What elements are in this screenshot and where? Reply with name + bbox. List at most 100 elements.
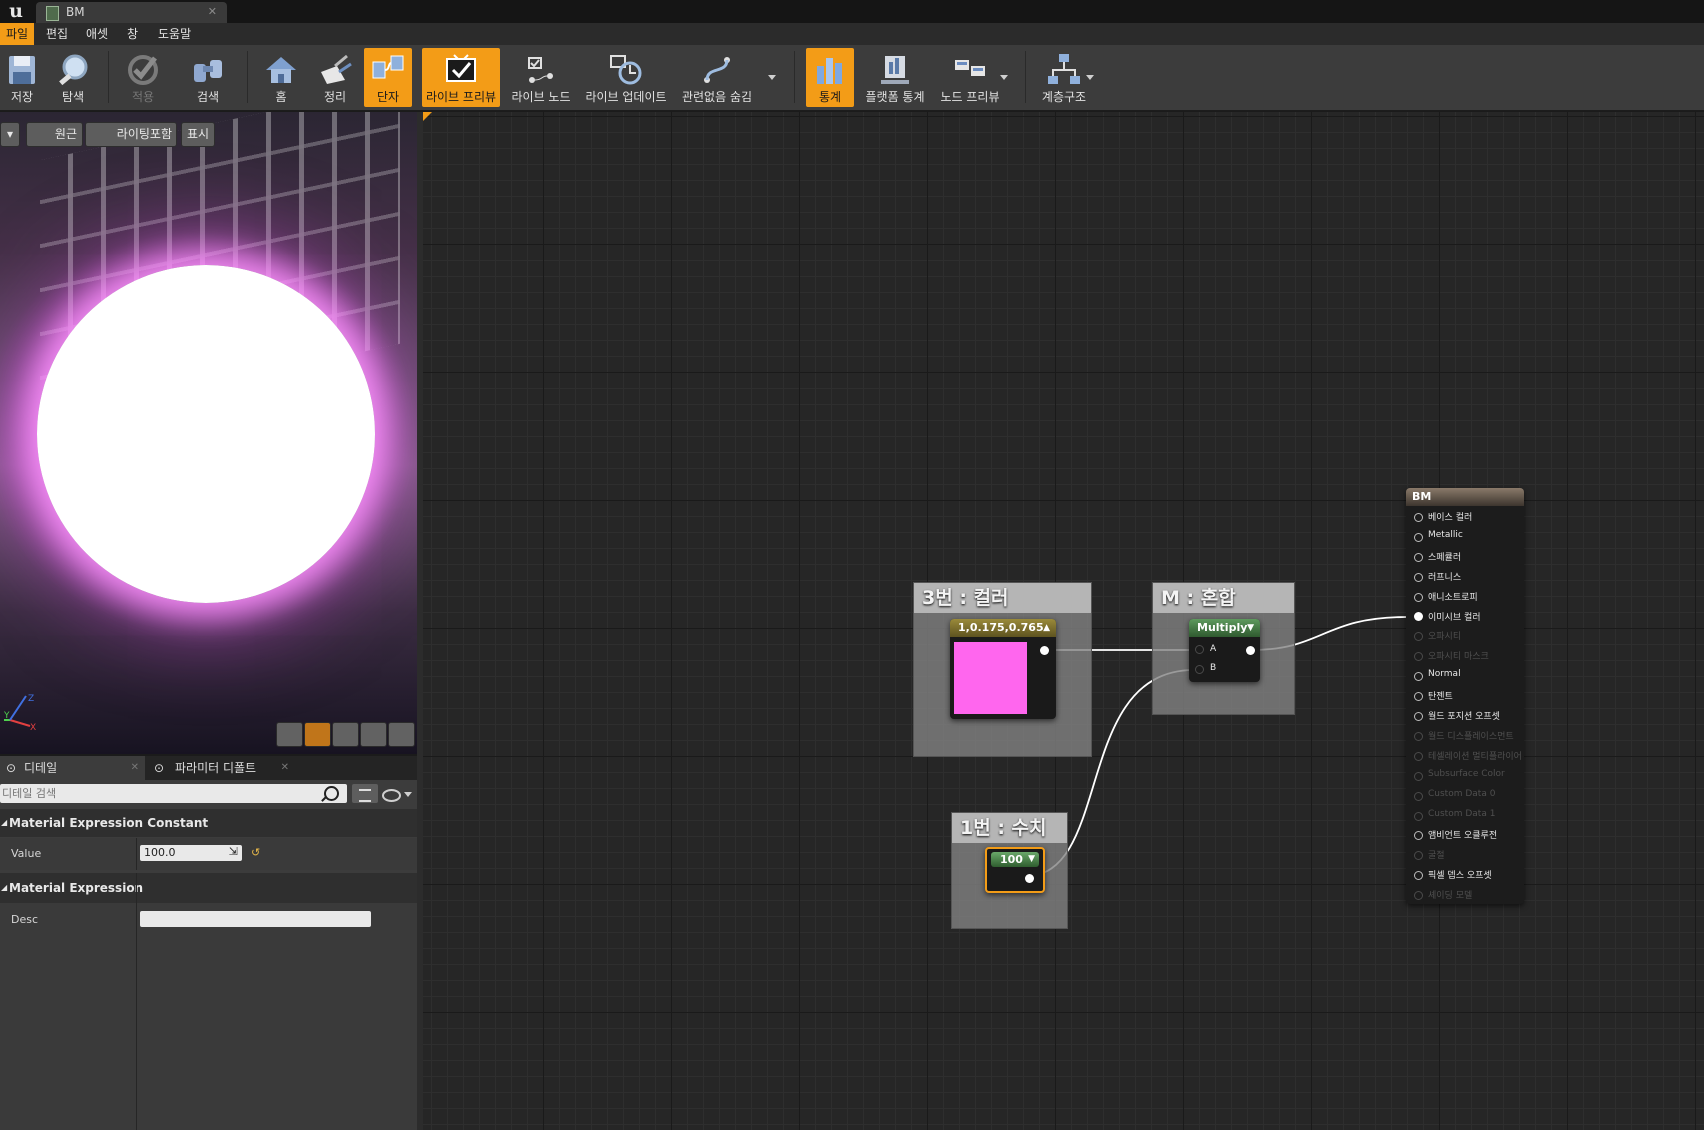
search-button[interactable]: 검색 [185,48,231,107]
show-button[interactable]: 표시 [181,122,215,147]
node-title: Multiply [1197,621,1248,634]
output-pin[interactable] [1246,646,1255,655]
browse-button[interactable]: 탐색 [50,48,96,107]
preview-cylinder-button[interactable] [276,722,303,747]
desc-input[interactable] [140,911,371,927]
connectors-button[interactable]: 단자 [364,48,412,107]
property-row-value: Value 100.0 ⇲ ↺ [0,838,417,870]
result-input-pin[interactable] [1414,751,1423,761]
live-nodes-button[interactable]: 라이브 노드 [508,48,574,107]
perspective-button[interactable]: 원근 [26,122,83,147]
preview-sphere-button[interactable] [304,722,331,747]
collapse-arrow-icon[interactable]: ▼ [1247,619,1254,637]
close-tab-icon[interactable]: ✕ [281,756,289,780]
result-pin-label: Custom Data 0 [1428,788,1496,799]
menu-window[interactable]: 창 [121,23,144,45]
node-preview-button[interactable]: 노드 프리뷰 [934,48,1006,107]
node-header: 1,0.175,0.765 ▲ [950,619,1056,637]
value-spinbox-text: 100.0 [144,846,176,859]
result-input-pin[interactable] [1414,632,1423,642]
result-input-pin[interactable] [1414,692,1423,702]
visibility-eye-icon[interactable] [382,788,412,802]
search-icon[interactable] [324,786,339,801]
platform-stats-icon [881,56,909,84]
save-label: 저장 [10,90,34,104]
result-input-pin[interactable] [1414,712,1423,721]
preview-mesh-button[interactable] [388,722,415,747]
result-pin-label: 굴절 [1428,851,1445,862]
result-input-pin[interactable] [1414,592,1423,602]
result-input-pin[interactable] [1414,611,1423,621]
result-input-pin[interactable] [1414,811,1423,821]
toolbar-separator [108,51,109,103]
reset-to-default-icon[interactable]: ↺ [251,846,260,859]
node-preview-dropdown-icon[interactable] [1000,75,1008,80]
node-title: 1,0.175,0.765 [958,621,1044,634]
document-tab[interactable]: BM ✕ [36,2,227,23]
result-input-pin[interactable] [1414,791,1423,801]
result-input-pin[interactable] [1414,532,1423,542]
hierarchy-dropdown-icon[interactable] [1086,75,1094,80]
menu-edit[interactable]: 편집 [40,23,74,45]
menu-help[interactable]: 도움말 [152,23,197,45]
lit-mode-button[interactable]: 라이팅포함 [85,122,177,147]
details-search-input[interactable] [2,784,312,803]
result-input-pin[interactable] [1414,891,1423,901]
clean-up-button[interactable]: 정리 [312,48,358,107]
details-search-box[interactable] [0,784,347,803]
result-input-pin[interactable] [1414,572,1423,582]
hierarchy-icon [1048,54,1080,84]
preview-cube-button[interactable] [360,722,387,747]
save-button[interactable]: 저장 [2,48,42,107]
live-update-button[interactable]: 라이브 업데이트 [580,48,672,107]
material-asset-icon [46,6,59,21]
category-material-expression-constant[interactable]: ◢ Material Expression Constant [0,809,417,837]
viewport-options-button[interactable]: ▾ [0,122,20,147]
result-input-pin[interactable] [1414,552,1423,562]
result-input-pin[interactable] [1414,731,1423,741]
output-pin[interactable] [1025,874,1034,883]
result-input-pin[interactable] [1414,831,1423,841]
material-graph-canvas[interactable]: 3번 : 컬러 1,0.175,0.765 ▲ M : 혼합 Multiply … [423,112,1704,1130]
result-input-pin[interactable] [1414,513,1423,522]
node-header: BM [1406,488,1524,506]
input-pin-a[interactable] [1195,645,1204,654]
multiply-node[interactable]: Multiply ▼ A B [1189,619,1260,682]
output-pin[interactable] [1040,646,1049,655]
apply-button[interactable]: 적용 [120,48,166,107]
home-button[interactable]: 홈 [258,48,304,107]
result-input-pin[interactable] [1414,851,1423,861]
result-input-pin[interactable] [1414,652,1423,662]
stats-button[interactable]: 통계 [806,48,854,107]
platform-stats-button[interactable]: 플랫폼 통계 [862,48,928,107]
tab-details[interactable]: ⊙ 디테일 ✕ [0,756,145,780]
grid-icon [359,789,371,802]
result-input-pin[interactable] [1414,771,1423,781]
unreal-logo-icon[interactable]: u [0,0,32,23]
result-input-pin[interactable] [1414,871,1423,881]
value-spinbox[interactable]: 100.0 ⇲ [140,845,242,861]
preview-plane-button[interactable] [332,722,359,747]
collapse-arrow-icon[interactable]: ▼ [1028,852,1035,867]
hide-unrelated-dropdown-icon[interactable] [768,75,776,80]
material-result-node[interactable]: BM 베이스 컬러 Metallic 스페큘러 러프니스 애니소트로피 이미시브 컬러 오파… [1406,488,1524,904]
search-label: 검색 [196,90,220,104]
node-header: Multiply ▼ [1189,619,1260,637]
live-preview-button[interactable]: 라이브 프리뷰 [422,48,500,107]
tab-parameter-defaults[interactable]: ⊙ 파라미터 디폴트 ✕ [148,756,295,780]
input-pin-b[interactable] [1195,665,1204,674]
hierarchy-button[interactable]: 계층구조 [1034,48,1094,107]
preview-viewport[interactable]: ▾ 원근 라이팅포함 표시 Y X Z [0,112,417,754]
desc-label: Desc [11,913,39,926]
menu-file[interactable]: 파일 [0,23,35,45]
hide-unrelated-button[interactable]: 관련없음 숨김 [676,48,758,107]
constant3vector-node[interactable]: 1,0.175,0.765 ▲ [950,619,1056,719]
result-input-pin[interactable] [1414,672,1423,682]
menu-asset[interactable]: 애셋 [80,23,114,45]
close-tab-icon[interactable]: ✕ [131,756,139,780]
category-material-expression[interactable]: ◢ Material Expression [0,873,417,903]
view-options-button[interactable] [352,784,378,803]
scalar-constant-node[interactable]: 100 ▼ [985,847,1045,893]
close-tab-icon[interactable]: ✕ [208,5,217,18]
collapse-arrow-icon[interactable]: ▲ [1043,619,1050,637]
